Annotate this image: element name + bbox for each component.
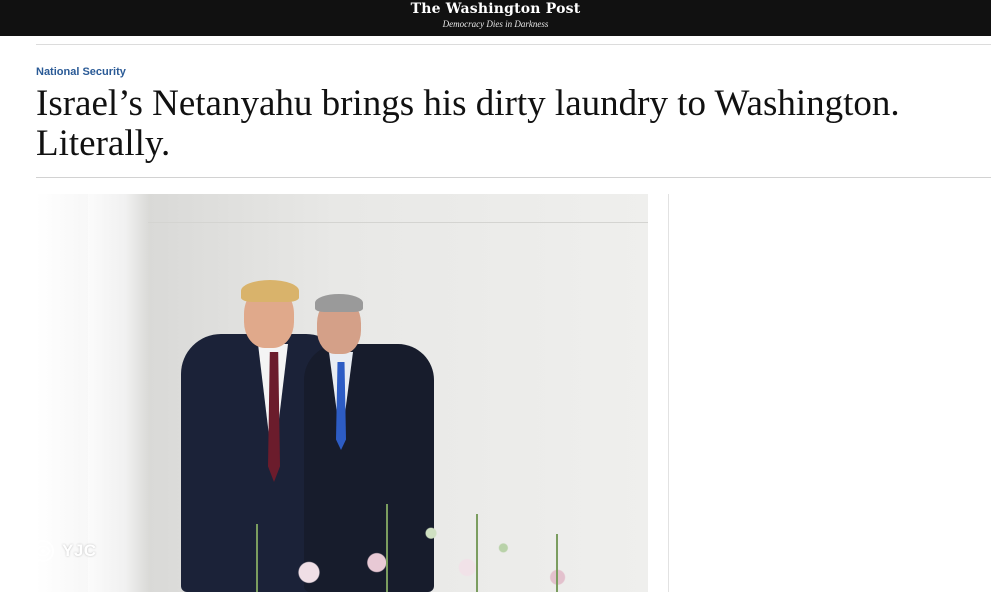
site-logo[interactable]: The Washington Post — [0, 1, 991, 17]
masthead: The Washington Post Democracy Dies in Da… — [0, 0, 991, 36]
lead-photo — [36, 194, 648, 592]
photo-column — [88, 194, 150, 592]
photo-flowers — [196, 494, 648, 592]
flower-stem — [556, 534, 558, 592]
yjc-watermark: YJC — [28, 536, 97, 566]
photo-person-right-hair — [315, 294, 363, 312]
flower-stem — [386, 504, 388, 592]
headline-divider — [36, 177, 991, 178]
flower-stem — [476, 514, 478, 592]
photo-person-right-tie — [336, 362, 346, 450]
photo-person-left-hair — [241, 280, 299, 302]
watermark-text: YJC — [62, 541, 97, 560]
flower-stem — [256, 524, 258, 592]
yjc-logo-icon — [32, 540, 54, 562]
right-rail — [669, 194, 991, 592]
photo-person-left-tie — [268, 352, 280, 482]
section-kicker-link[interactable]: National Security — [36, 66, 126, 78]
article-headline: Israel’s Netanyahu brings his dirty laun… — [36, 83, 900, 164]
top-divider — [36, 44, 991, 45]
site-tagline: Democracy Dies in Darkness — [442, 19, 549, 29]
photo-wall-line — [148, 222, 648, 223]
